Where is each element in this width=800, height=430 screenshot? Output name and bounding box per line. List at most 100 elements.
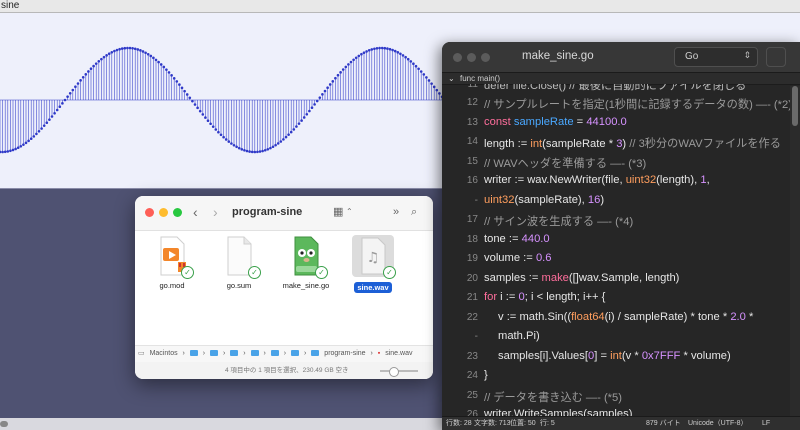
sample-point	[289, 130, 293, 134]
sample-point	[79, 79, 82, 82]
line-number: 20	[466, 272, 478, 284]
sample-point	[284, 135, 288, 139]
line-number: 17	[466, 214, 478, 225]
line-number: 21	[466, 292, 478, 303]
slider-knob[interactable]	[389, 367, 399, 377]
sample-point	[248, 150, 251, 153]
code-line-partial: defer file.Close() // 最後に自動的にファイルを閉じる	[484, 84, 747, 92]
scrollbar-thumb[interactable]	[0, 421, 8, 427]
line-number: 11	[467, 84, 478, 90]
line-number: 23	[466, 350, 478, 362]
sample-point	[175, 80, 179, 83]
sample-point	[162, 65, 166, 69]
encoding-select[interactable]: Unicode（UTF-8）	[688, 417, 748, 430]
folder-icon[interactable]	[230, 350, 239, 357]
line-number: 22	[466, 311, 478, 323]
path-separator: ›	[370, 350, 373, 357]
path-separator: ›	[243, 350, 246, 357]
language-select[interactable]: Go ⇕	[674, 47, 758, 67]
sample-point	[11, 148, 15, 152]
sample-point	[185, 93, 189, 96]
file-make-sine-go[interactable]: ✓ make_sine.go	[274, 235, 338, 290]
sample-point	[32, 135, 36, 138]
file-go-mod[interactable]: ✓ go.mod	[140, 235, 204, 290]
folder-icon[interactable]	[189, 350, 198, 357]
close-button[interactable]	[145, 208, 154, 217]
minimize-button[interactable]	[159, 208, 168, 217]
sample-point	[388, 47, 392, 51]
path-root[interactable]: Macintos	[150, 346, 178, 362]
forward-arrow-icon[interactable]: ›	[213, 203, 218, 221]
sample-point	[110, 50, 114, 54]
icon-size-slider[interactable]	[380, 367, 418, 377]
code-area[interactable]: 11 defer file.Close() // 最後に自動的にファイルを閉じる…	[442, 84, 790, 416]
sample-point	[399, 52, 402, 56]
split-view-icon[interactable]	[766, 47, 786, 67]
sample-point	[40, 127, 43, 130]
path-file[interactable]: sine.wav	[385, 346, 412, 362]
sample-point	[94, 62, 98, 65]
sample-point	[282, 138, 285, 141]
sample-point	[237, 146, 241, 150]
more-toolbar-icon[interactable]: »	[393, 203, 399, 221]
media-document-icon: ✓	[152, 235, 194, 279]
sample-point	[435, 88, 439, 92]
sample-point	[414, 64, 418, 68]
file-sine-wav[interactable]: ♫ ✓ sine.wav	[341, 235, 405, 295]
sample-point	[419, 70, 423, 73]
sample-point	[310, 106, 314, 110]
finder-status-bar: 4 項目中の 1 項目を選択、230.49 GB 空き	[135, 362, 433, 379]
folder-icon[interactable]	[270, 350, 279, 357]
line-number: 14	[466, 136, 478, 147]
scrollbar-thumb[interactable]	[792, 86, 798, 126]
sample-point	[63, 98, 67, 102]
sample-point	[167, 71, 171, 74]
sample-point	[409, 60, 413, 63]
code-line: writer.WriteSamples(samples)	[484, 408, 633, 416]
code-line: volume := 0.6	[484, 252, 552, 264]
sample-point	[144, 51, 147, 55]
sync-check-icon: ✓	[248, 266, 261, 279]
svg-text:♫: ♫	[367, 250, 380, 266]
file-go-sum[interactable]: ✓ go.sum	[207, 235, 271, 290]
finder-window: ‹ › program-sine ▦ ⌃ » ⌕ ✓ go.mod ✓ go.s…	[135, 196, 433, 379]
sample-point	[188, 96, 192, 100]
sample-point	[214, 128, 218, 131]
sample-point	[196, 106, 199, 110]
sample-point	[172, 77, 176, 80]
zoom-button[interactable]	[173, 208, 182, 217]
path-separator: ›	[283, 350, 287, 357]
path-folder[interactable]: program-sine	[324, 346, 365, 362]
sample-point	[123, 46, 127, 50]
sample-point	[354, 56, 358, 60]
line-number: 12	[466, 97, 478, 108]
path-separator: ›	[304, 350, 307, 357]
vertical-scrollbar[interactable]	[790, 86, 800, 416]
view-options-chevron-icon[interactable]: ⌃	[346, 203, 353, 221]
folder-icon[interactable]	[291, 350, 300, 357]
line-ending-select[interactable]: LF	[762, 417, 770, 430]
sample-point	[378, 46, 381, 50]
path-disk-icon: ▭	[138, 350, 145, 357]
view-grid-icon[interactable]: ▦	[333, 203, 343, 221]
function-nav-label: func main()	[460, 74, 501, 83]
folder-icon[interactable]	[210, 350, 219, 357]
status-position: 位置: 50	[510, 420, 536, 427]
sample-point	[180, 86, 184, 90]
sample-point	[76, 82, 80, 85]
zoom-button[interactable]	[481, 53, 490, 62]
sample-point	[35, 132, 38, 136]
folder-icon[interactable]	[311, 350, 320, 357]
sample-point	[48, 118, 51, 121]
sample-point	[126, 46, 129, 50]
sample-point	[136, 48, 140, 51]
back-arrow-icon[interactable]: ‹	[193, 203, 198, 221]
folder-icon[interactable]	[250, 350, 259, 357]
sample-point	[68, 92, 72, 95]
sample-point	[107, 52, 111, 56]
minimize-button[interactable]	[467, 53, 476, 62]
file-name: sine.wav	[354, 282, 392, 293]
search-icon[interactable]: ⌕	[411, 203, 417, 221]
close-button[interactable]	[453, 53, 462, 62]
code-line: for i := 0; i < length; i++ {	[484, 291, 606, 303]
